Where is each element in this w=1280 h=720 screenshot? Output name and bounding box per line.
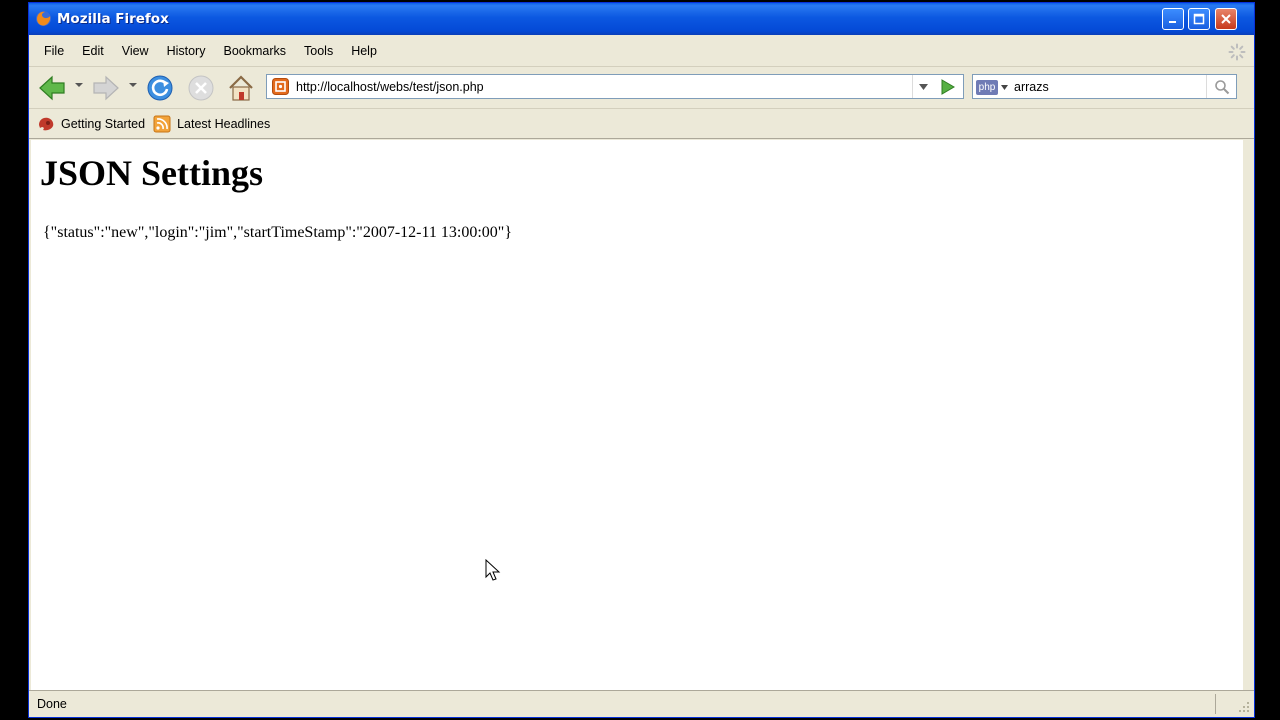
bookmark-label: Latest Headlines bbox=[177, 116, 271, 131]
status-text: Done bbox=[37, 697, 67, 711]
menu-history[interactable]: History bbox=[158, 44, 215, 58]
maximize-icon bbox=[1193, 13, 1205, 25]
bookmarks-toolbar: Getting Started Latest Headlines bbox=[29, 109, 1254, 139]
status-bar: Done bbox=[29, 690, 1254, 717]
status-separator bbox=[1215, 694, 1216, 714]
minimize-icon bbox=[1169, 21, 1176, 23]
address-bar[interactable] bbox=[266, 74, 964, 99]
magnifier-icon bbox=[1214, 79, 1229, 94]
close-icon bbox=[1221, 14, 1231, 24]
search-engine-selector[interactable]: php bbox=[976, 78, 1011, 96]
reload-icon[interactable] bbox=[145, 73, 175, 103]
page-content[interactable]: JSON Settings {"status":"new","login":"j… bbox=[31, 140, 1243, 690]
menu-bookmarks[interactable]: Bookmarks bbox=[214, 44, 295, 58]
search-engine-logo: php bbox=[976, 79, 998, 95]
stop-icon[interactable] bbox=[186, 73, 216, 103]
mouse-pointer-icon bbox=[485, 559, 501, 581]
forward-arrow-icon[interactable] bbox=[91, 73, 121, 103]
page-heading: JSON Settings bbox=[40, 153, 264, 193]
window-title: Mozilla Firefox bbox=[57, 11, 169, 27]
close-button[interactable] bbox=[1215, 8, 1237, 30]
firefox-logo-icon bbox=[36, 11, 51, 26]
menu-view[interactable]: View bbox=[113, 44, 158, 58]
home-icon[interactable] bbox=[226, 73, 256, 103]
maximize-button[interactable] bbox=[1188, 8, 1210, 30]
content-edge bbox=[1243, 140, 1254, 690]
page-favicon-icon bbox=[272, 78, 289, 95]
bookmark-latest-headlines[interactable]: Latest Headlines bbox=[153, 115, 270, 133]
chevron-down-icon bbox=[919, 83, 928, 90]
rss-feed-icon bbox=[153, 115, 171, 132]
firefox-bookmark-icon bbox=[39, 117, 54, 130]
search-button[interactable] bbox=[1206, 75, 1236, 98]
menu-tools[interactable]: Tools bbox=[295, 44, 342, 58]
search-bar[interactable]: php bbox=[972, 74, 1237, 99]
activity-throbber-icon bbox=[1228, 43, 1246, 61]
minimize-button[interactable] bbox=[1162, 8, 1184, 30]
url-input[interactable] bbox=[296, 77, 906, 96]
menu-edit[interactable]: Edit bbox=[73, 44, 113, 58]
browser-window: Mozilla Firefox File Edit View History B… bbox=[28, 2, 1255, 718]
title-bar[interactable]: Mozilla Firefox bbox=[29, 3, 1254, 35]
menu-bar: File Edit View History Bookmarks Tools H… bbox=[29, 35, 1254, 67]
resize-grip-icon[interactable] bbox=[1238, 701, 1250, 713]
url-history-dropdown[interactable] bbox=[912, 75, 934, 98]
bookmark-getting-started[interactable]: Getting Started bbox=[37, 116, 145, 132]
json-output-text: {"status":"new","login":"jim","startTime… bbox=[43, 224, 512, 241]
search-input[interactable] bbox=[1014, 77, 1199, 96]
forward-history-dropdown-icon[interactable] bbox=[129, 83, 137, 87]
menu-file[interactable]: File bbox=[35, 44, 73, 58]
menu-help[interactable]: Help bbox=[342, 44, 386, 58]
back-history-dropdown-icon[interactable] bbox=[75, 83, 83, 87]
navigation-toolbar: php bbox=[29, 67, 1254, 109]
go-arrow-icon[interactable] bbox=[938, 78, 956, 96]
engine-dropdown-icon bbox=[1001, 84, 1008, 90]
bookmark-label: Getting Started bbox=[61, 116, 146, 131]
back-arrow-icon[interactable] bbox=[37, 73, 67, 103]
